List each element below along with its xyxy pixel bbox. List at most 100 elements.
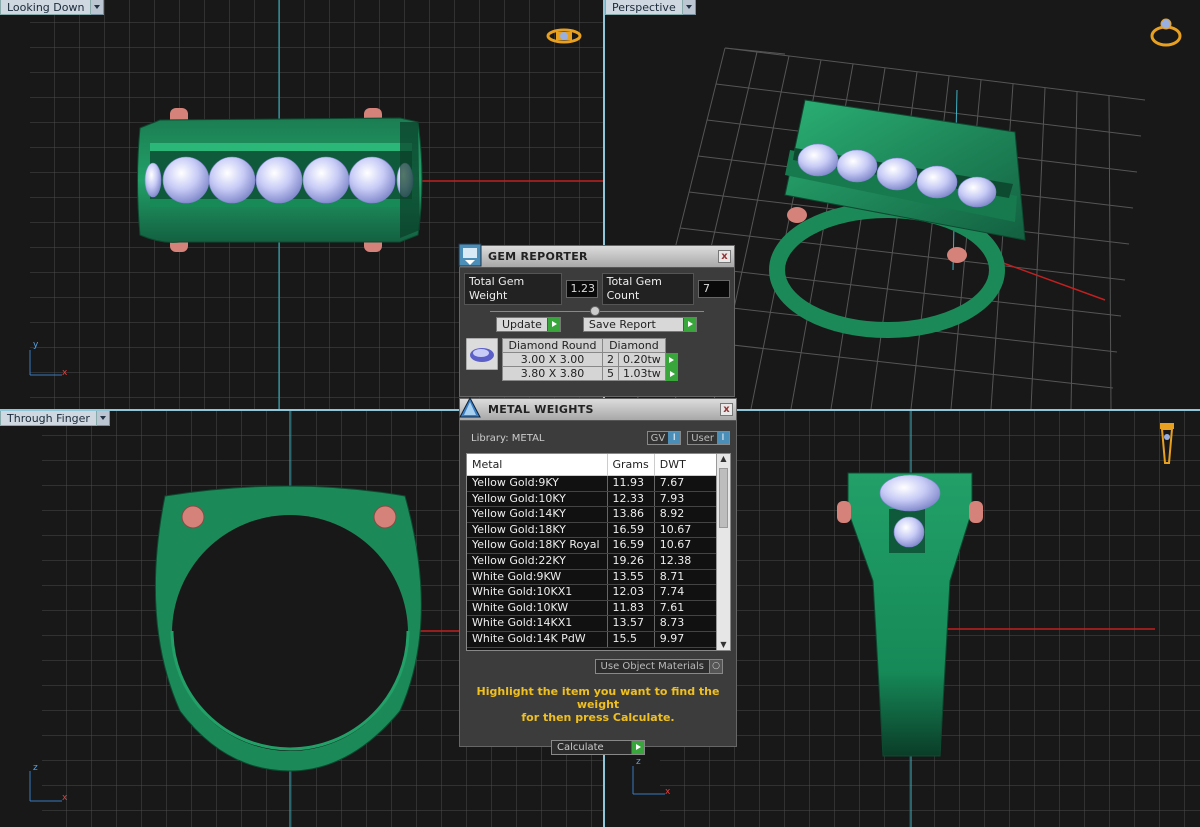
metal-grams: 16.59: [607, 537, 655, 554]
gem-table-header-shape: Diamond Round: [502, 338, 603, 353]
column-header-dwt[interactable]: DWT: [654, 454, 718, 476]
total-gem-count-value: 7: [698, 280, 730, 298]
metal-name: Yellow Gold:18KY: [467, 522, 608, 539]
column-header-grams[interactable]: Grams: [607, 454, 655, 476]
metal-grams: 13.86: [607, 506, 655, 523]
metal-grams: 12.33: [607, 491, 655, 508]
metal-dwt: 7.61: [654, 600, 718, 617]
metal-grams: 13.55: [607, 569, 655, 586]
viewport-label: Perspective: [605, 0, 683, 15]
table-row[interactable]: White Gold:9KW 13.55 8.71: [467, 569, 718, 586]
metal-dwt: 7.93: [654, 491, 718, 508]
gem-weight: 1.03tw: [618, 366, 666, 381]
gem-reporter-panel: GEM REPORTER x Total Gem Weight 1.23 Tot…: [458, 243, 735, 397]
column-header-metal[interactable]: Metal: [467, 454, 608, 476]
metal-dwt: 7.74: [654, 584, 718, 601]
close-icon[interactable]: x: [720, 403, 733, 416]
metal-weights-icon: [459, 396, 481, 418]
axis-x-label: x: [62, 793, 68, 803]
metal-grams: 12.03: [607, 584, 655, 601]
metal-name: White Gold:10KX1: [467, 584, 608, 601]
metal-dwt: 9.97: [654, 631, 718, 648]
total-gem-count-label: Total Gem Count: [601, 273, 694, 305]
toggle-off-icon: ○: [709, 660, 722, 673]
calculate-button[interactable]: Calculate: [551, 740, 645, 755]
metal-dwt: 10.67: [654, 537, 718, 554]
metal-name: White Gold:10KW: [467, 600, 608, 617]
metal-dwt: 8.73: [654, 615, 718, 632]
table-row[interactable]: 3.80 X 3.80 5 1.03tw: [502, 366, 679, 381]
metal-grams: 11.93: [607, 475, 655, 492]
play-arrow-icon: [631, 741, 644, 754]
viewport-tab-perspective[interactable]: Perspective: [605, 0, 696, 15]
save-report-button-label: Save Report: [588, 318, 656, 331]
chevron-down-icon[interactable]: [682, 0, 696, 15]
metal-name: White Gold:14K PdW: [467, 631, 608, 648]
metal-dwt: 12.38: [654, 553, 718, 570]
axis-y-label: y: [33, 340, 39, 350]
gem-list: Diamond Round Diamond 3.00 X 3.00 2 0.20…: [466, 338, 734, 381]
gv-label: GV: [650, 432, 666, 444]
viewport-tab-through-finger[interactable]: Through Finger: [0, 411, 110, 426]
metal-name: Yellow Gold:18KY Royal: [467, 537, 608, 554]
table-row[interactable]: White Gold:10KW 11.83 7.61: [467, 600, 718, 617]
viewport-label: Looking Down: [0, 0, 92, 15]
user-toggle-button[interactable]: User I: [687, 431, 730, 445]
calculate-button-label: Calculate: [557, 742, 604, 753]
gem-reporter-titlebar[interactable]: GEM REPORTER x: [458, 243, 734, 268]
library-label: Library: METAL: [471, 432, 545, 444]
play-arrow-icon: [546, 318, 560, 331]
play-arrow-icon[interactable]: [665, 366, 679, 381]
table-row[interactable]: Yellow Gold:9KY 11.93 7.67: [467, 475, 718, 492]
metal-name: Yellow Gold:9KY: [467, 475, 608, 492]
metal-table: Metal Grams DWT Yellow Gold:9KY 11.93 7.67…: [467, 454, 718, 648]
update-button[interactable]: Update: [496, 317, 561, 332]
table-row[interactable]: White Gold:10KX1 12.03 7.74: [467, 584, 718, 601]
use-object-materials-toggle[interactable]: Use Object Materials ○: [594, 659, 723, 674]
table-row[interactable]: Yellow Gold:10KY 12.33 7.93: [467, 491, 718, 508]
scrollbar[interactable]: ▲ ▼: [716, 454, 730, 650]
panel-splitter[interactable]: [490, 305, 704, 317]
metal-name: White Gold:14KX1: [467, 615, 608, 632]
table-row[interactable]: Yellow Gold:18KY Royal 16.59 10.67: [467, 537, 718, 554]
table-row[interactable]: White Gold:14KX1 13.57 8.73: [467, 615, 718, 632]
table-row[interactable]: Yellow Gold:18KY 16.59 10.67: [467, 522, 718, 539]
gem-totals-row: Total Gem Weight 1.23 Total Gem Count 7: [460, 268, 734, 305]
user-label: User: [691, 432, 714, 444]
gem-size: 3.80 X 3.80: [502, 366, 603, 381]
scrollbar-thumb[interactable]: [719, 468, 728, 528]
metal-weights-title: METAL WEIGHTS: [488, 403, 594, 416]
total-gem-weight-label: Total Gem Weight: [464, 273, 562, 305]
table-row[interactable]: 3.00 X 3.00 2 0.20tw: [502, 352, 679, 367]
play-arrow-icon[interactable]: [665, 352, 679, 367]
gem-reporter-icon: [458, 243, 482, 267]
info-icon: I: [668, 432, 681, 444]
metal-list[interactable]: Metal Grams DWT Yellow Gold:9KY 11.93 7.67…: [466, 453, 731, 651]
gem-size: 3.00 X 3.00: [502, 352, 603, 367]
gv-toggle-button[interactable]: GV I: [646, 431, 682, 445]
metal-grams: 13.57: [607, 615, 655, 632]
metal-name: Yellow Gold:14KY: [467, 506, 608, 523]
chevron-down-icon[interactable]: [91, 0, 105, 15]
calculate-hint: Highlight the item you want to find the …: [460, 685, 736, 724]
axis-x-label: x: [665, 787, 671, 797]
hint-line-2: for then press Calculate.: [521, 711, 675, 724]
metal-weights-titlebar[interactable]: METAL WEIGHTS x: [459, 396, 736, 421]
table-row[interactable]: Yellow Gold:14KY 13.86 8.92: [467, 506, 718, 523]
metal-grams: 15.5: [607, 631, 655, 648]
chevron-down-icon[interactable]: [96, 411, 110, 426]
table-row[interactable]: White Gold:14K PdW 15.5 9.97: [467, 631, 718, 648]
table-row[interactable]: Yellow Gold:22KY 19.26 12.38: [467, 553, 718, 570]
metal-dwt: 10.67: [654, 522, 718, 539]
metal-name: Yellow Gold:10KY: [467, 491, 608, 508]
scroll-down-icon[interactable]: ▼: [717, 640, 730, 650]
axis-z-label: z: [33, 763, 38, 773]
save-report-button[interactable]: Save Report: [582, 317, 697, 332]
scroll-up-icon[interactable]: ▲: [717, 454, 730, 466]
close-icon[interactable]: x: [718, 250, 731, 263]
viewport-label: Through Finger: [0, 411, 97, 426]
metal-dwt: 8.92: [654, 506, 718, 523]
viewport-tab-looking-down[interactable]: Looking Down: [0, 0, 105, 15]
splitter-handle-icon[interactable]: [590, 306, 600, 316]
metal-name: White Gold:9KW: [467, 569, 608, 586]
